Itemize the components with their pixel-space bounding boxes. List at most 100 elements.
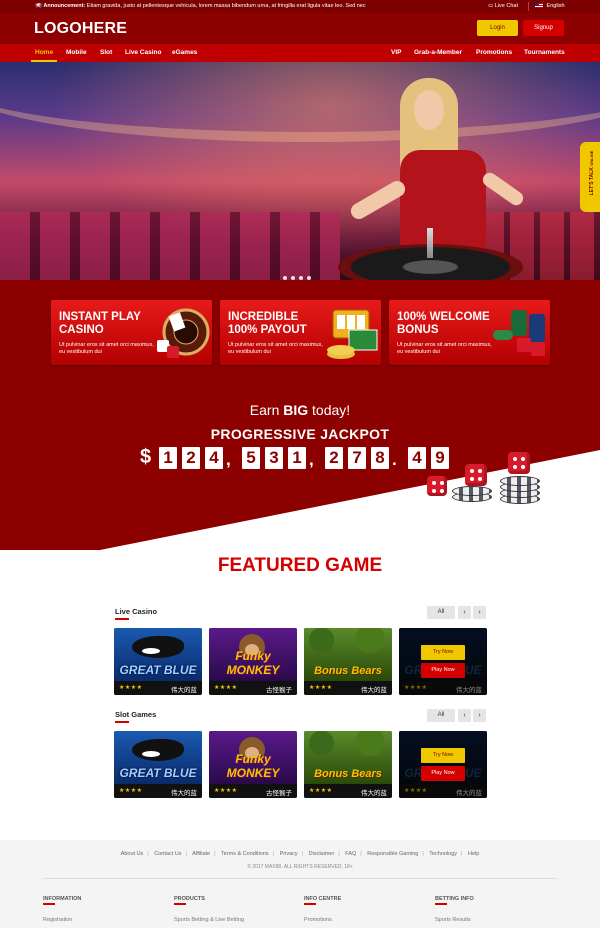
- game-name: 伟大的蓝: [361, 687, 387, 694]
- game-caption: ★★★★ 古怪猴子: [209, 784, 297, 798]
- filter-all-button[interactable]: All: [427, 606, 455, 619]
- progressive-jackpot-title: PROGRESSIVE JACKPOT: [210, 426, 390, 442]
- nav-home[interactable]: Home: [35, 49, 53, 56]
- footer-link-disclaimer[interactable]: Disclaimer: [309, 851, 335, 857]
- nav-egames[interactable]: eGames: [172, 49, 197, 56]
- nav-mobile[interactable]: Mobile: [66, 49, 87, 56]
- nav-promotions[interactable]: Promotions: [476, 49, 512, 56]
- main-nav: Home Mobile Slot Live Casino eGames VIP …: [0, 44, 600, 62]
- footer-link-registration[interactable]: Registration: [43, 917, 72, 923]
- lets-talk-tab[interactable]: LET'S TALK ONLINE: [580, 142, 600, 212]
- chat-icon: ▭: [488, 3, 494, 9]
- game-card[interactable]: GREAT BLUE ★★★★ 伟大的蓝: [114, 628, 202, 695]
- logo[interactable]: LOGOHERE: [34, 20, 127, 38]
- chevron-right-icon[interactable]: ›: [473, 606, 486, 619]
- jackpot-separator: .: [392, 450, 397, 469]
- footer-link-affiliate[interactable]: Affiliate: [192, 851, 210, 857]
- trees-icon: [304, 731, 392, 761]
- filter-all-button[interactable]: All: [427, 709, 455, 722]
- footer-heading-underline: [435, 903, 447, 905]
- roulette-dice-icon: [157, 308, 210, 358]
- game-card[interactable]: GREAT BLUE ★★★★ 伟大的蓝: [114, 731, 202, 798]
- megaphone-icon: 📢: [35, 3, 42, 9]
- try-now-button[interactable]: Try Now: [421, 645, 465, 660]
- slot-machine-icon: [327, 309, 378, 359]
- footer-link-faq[interactable]: FAQ: [345, 851, 356, 857]
- footer-link-contact[interactable]: Contact Us: [154, 851, 181, 857]
- signup-button[interactable]: Signup: [523, 20, 564, 36]
- game-card-hover[interactable]: GREAT BLUE ★★★★伟大的蓝 Try Now Play Now: [399, 628, 487, 695]
- footer-link-privacy[interactable]: Privacy: [280, 851, 298, 857]
- promo-title: 100% WELCOME BONUS: [397, 311, 490, 336]
- footer-link-about[interactable]: About Us: [121, 851, 144, 857]
- jackpot-digit: 3: [265, 447, 283, 469]
- footer-link-sports-betting[interactable]: Sports Betting & Live Betting: [174, 917, 244, 923]
- rating-stars: ★★★★: [119, 685, 143, 691]
- jackpot-currency: $: [140, 446, 152, 468]
- language-selector[interactable]: English: [535, 3, 565, 9]
- game-card-hover[interactable]: GREAT BLUE ★★★★伟大的蓝 Try Now Play Now: [399, 731, 487, 798]
- play-now-button[interactable]: Play Now: [421, 663, 465, 678]
- divider: |: [185, 851, 187, 857]
- footer-link-promotions[interactable]: Promotions: [304, 917, 332, 923]
- footer-heading-products: PRODUCTS: [174, 896, 205, 902]
- footer-link-help[interactable]: Help: [468, 851, 479, 857]
- nav-live-casino[interactable]: Live Casino: [125, 49, 161, 56]
- divider: [528, 2, 529, 11]
- hero-banner[interactable]: [0, 62, 600, 280]
- promo-card-welcome-bonus[interactable]: 100% WELCOME BONUS Ut pulvinar eros sit …: [389, 300, 550, 365]
- game-thumbnail: GREAT BLUE: [114, 731, 202, 784]
- game-logo-text: Funky MONKEY: [226, 649, 280, 677]
- promo-desc: Ut pulvinar eros sit amet orci maximus, …: [228, 342, 323, 355]
- footer-link-technology[interactable]: Technology: [429, 851, 457, 857]
- section-underline: [115, 721, 129, 723]
- game-caption: ★★★★ 伟大的蓝: [304, 784, 392, 798]
- nav-slot[interactable]: Slot: [100, 49, 112, 56]
- footer-heading-info-centre: INFO CENTRE: [304, 896, 342, 902]
- game-logo-text: GREAT BLUE: [119, 766, 197, 780]
- rating-stars: ★★★★: [309, 685, 333, 691]
- section-title-live-casino: Live Casino: [115, 607, 158, 616]
- play-now-button[interactable]: Play Now: [421, 766, 465, 781]
- jackpot-digit: 7: [348, 447, 366, 469]
- jackpot-digit: 2: [182, 447, 200, 469]
- chevron-left-icon[interactable]: ‹: [458, 709, 471, 722]
- hover-overlay: [399, 731, 487, 798]
- nav-tournaments[interactable]: Tournaments: [524, 49, 565, 56]
- roulette-spindle: [427, 228, 433, 258]
- chevron-left-icon[interactable]: ‹: [458, 606, 471, 619]
- section-title-slot-games: Slot Games: [115, 710, 157, 719]
- game-logo-text: Bonus Bears: [314, 665, 382, 677]
- promo-card-payout[interactable]: INCREDIBLE 100% PAYOUT Ut pulvinar eros …: [220, 300, 381, 365]
- game-card[interactable]: Bonus Bears ★★★★ 伟大的蓝: [304, 731, 392, 798]
- game-card[interactable]: Funky MONKEY ★★★★ 古怪猴子: [209, 628, 297, 695]
- promo-card-instant-play[interactable]: INSTANT PLAY CASINO Ut pulvinar eros sit…: [51, 300, 212, 365]
- footer-link-terms[interactable]: Terms & Conditions: [221, 851, 269, 857]
- game-thumbnail: Bonus Bears: [304, 731, 392, 784]
- nav-vip[interactable]: VIP: [391, 49, 401, 56]
- game-logo-text: Funky MONKEY: [226, 752, 280, 780]
- game-thumbnail: Funky MONKEY: [209, 628, 297, 681]
- game-card[interactable]: Bonus Bears ★★★★ 伟大的蓝: [304, 628, 392, 695]
- footer-link-responsible-gaming[interactable]: Responsible Gaming: [367, 851, 418, 857]
- game-name: 伟大的蓝: [171, 687, 197, 694]
- hover-overlay: [399, 628, 487, 695]
- live-chat-link[interactable]: ▭ Live Chat: [488, 3, 518, 9]
- promo-title: INCREDIBLE 100% PAYOUT: [228, 311, 307, 336]
- game-name: 伟大的蓝: [171, 790, 197, 797]
- footer-link-sports-results[interactable]: Sports Results: [435, 917, 471, 923]
- game-name: 古怪猴子: [266, 687, 292, 694]
- dice-icon: [427, 476, 447, 496]
- rating-stars: ★★★★: [309, 788, 333, 794]
- rating-stars: ★★★★: [119, 788, 143, 794]
- chevron-right-icon[interactable]: ›: [473, 709, 486, 722]
- nav-grab-a-member[interactable]: Grab-a-Member: [414, 49, 462, 56]
- login-button[interactable]: Login: [477, 20, 518, 36]
- announcement-label: Announcement:: [43, 3, 86, 9]
- earn-today-text: today!: [308, 402, 351, 418]
- jackpot-digit: 9: [431, 447, 449, 469]
- jackpot-digit: 8: [371, 447, 389, 469]
- game-card[interactable]: Funky MONKEY ★★★★ 古怪猴子: [209, 731, 297, 798]
- try-now-button[interactable]: Try Now: [421, 748, 465, 763]
- trees-icon: [304, 628, 392, 658]
